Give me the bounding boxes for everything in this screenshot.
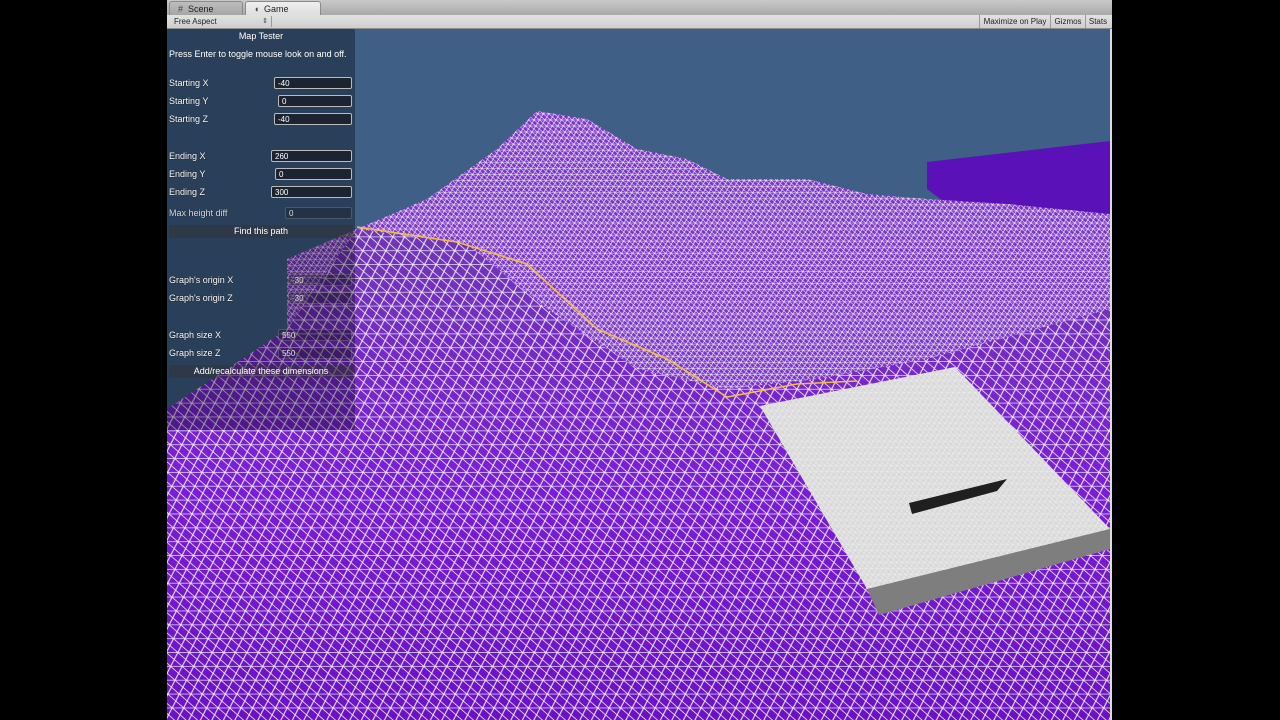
viewport-scrollbar[interactable] [1110,29,1112,720]
starting-y-field[interactable]: 0 [278,95,352,107]
starting-z-field[interactable]: -40 [274,113,352,125]
size-x-field[interactable]: 550 [278,329,352,341]
max-height-label: Max height diff [169,208,228,218]
origin-x-field[interactable]: -30 [288,274,352,286]
starting-x-label: Starting X [169,78,209,88]
ending-x-label: Ending X [169,151,206,161]
starting-z-label: Starting Z [169,114,209,124]
map-tester-panel: Map Tester Press Enter to toggle mouse l… [167,29,355,430]
find-path-button[interactable]: Find this path [169,225,353,238]
aspect-dropdown[interactable]: Free Aspect ⇕ [169,16,272,27]
ending-y-field[interactable]: 0 [275,168,352,180]
ending-z-label: Ending Z [169,187,206,197]
origin-x-label: Graph's origin X [169,275,234,285]
origin-z-label: Graph's origin Z [169,293,233,303]
maximize-on-play-button[interactable]: Maximize on Play [979,15,1050,28]
stats-button[interactable]: Stats [1085,15,1110,28]
ending-x-field[interactable]: 260 [271,150,352,162]
grid-icon: # [177,4,183,14]
max-height-field[interactable]: 0 [285,207,352,219]
starting-y-label: Starting Y [169,96,209,106]
size-z-label: Graph size Z [169,348,221,358]
chevron-updown-icon: ⇕ [262,18,268,25]
ending-z-field[interactable]: 300 [271,186,352,198]
tab-bar: # Scene ◖ Game [167,0,1112,16]
origin-z-field[interactable]: -30 [288,292,352,304]
game-toolbar: Free Aspect ⇕ Maximize on Play Gizmos St… [167,15,1112,29]
unity-editor: # Scene ◖ Game Free Aspect ⇕ Maximize on P… [167,0,1112,720]
tab-game[interactable]: ◖ Game [245,1,321,15]
tab-scene[interactable]: # Scene [169,1,243,15]
starting-x-field[interactable]: -40 [274,77,352,89]
help-text: Press Enter to toggle mouse look on and … [169,49,347,59]
size-z-field[interactable]: 550 [278,347,352,359]
size-x-label: Graph size X [169,330,222,340]
panel-title: Map Tester [238,31,284,41]
ending-y-label: Ending Y [169,169,206,179]
gizmos-button[interactable]: Gizmos [1050,15,1085,28]
recalculate-button[interactable]: Add/recalculate these dimensions [169,365,353,378]
pacman-icon: ◖ [253,4,260,14]
